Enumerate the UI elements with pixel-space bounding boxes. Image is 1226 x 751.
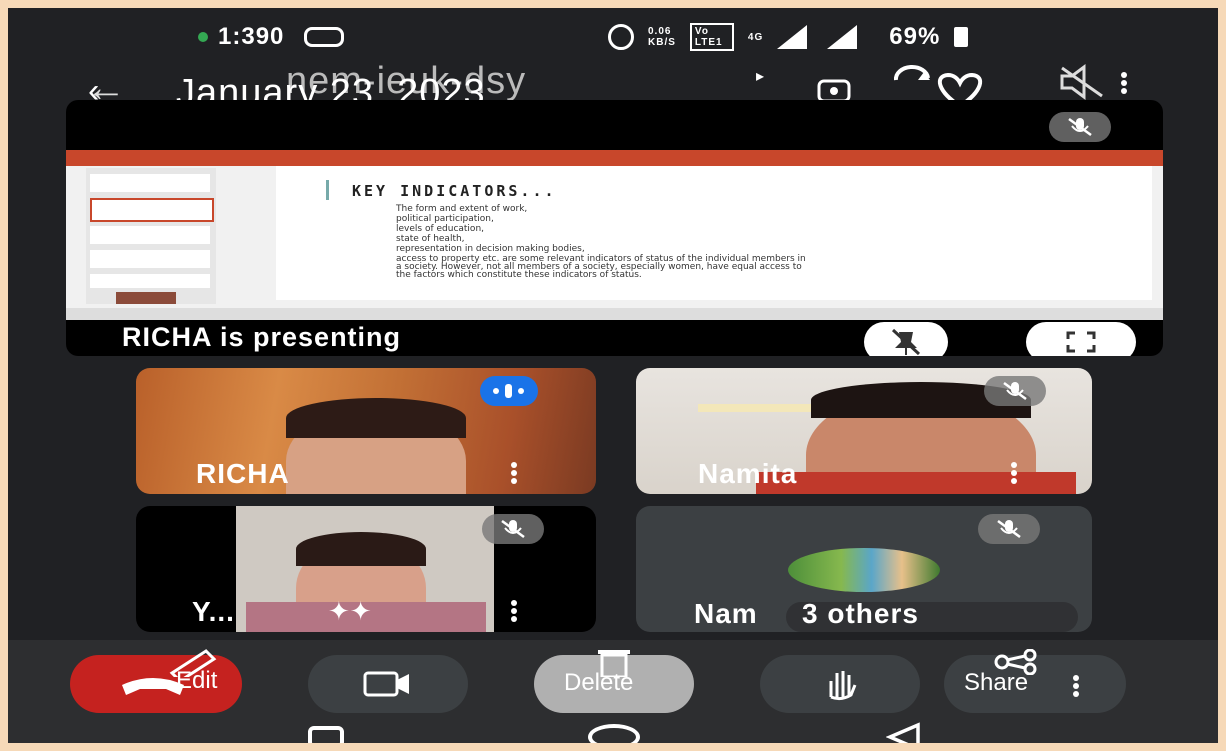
slide-line: levels of education,: [396, 224, 485, 234]
slide-accent-bar: [326, 180, 329, 200]
slide-line: the factors which constitute these indic…: [396, 270, 642, 280]
shared-screen: KEY INDICATORS... The form and extent of…: [66, 150, 1163, 320]
presenting-label: RICHA is presenting: [122, 322, 402, 352]
participant-tile-namita[interactable]: Namita: [636, 368, 1092, 494]
back-button[interactable]: [885, 722, 922, 743]
recents-button[interactable]: [308, 726, 344, 743]
fullscreen-icon: [1066, 331, 1096, 353]
network-speed: 0.06 KB/S: [648, 26, 676, 48]
video-camera-icon: [363, 671, 409, 697]
participant-name: Namita: [698, 458, 798, 489]
tile-options-icon[interactable]: [1010, 462, 1018, 484]
rotate-icon[interactable]: [888, 58, 938, 98]
slide-thumb: [90, 274, 210, 288]
participant-tile-richa[interactable]: RICHA: [136, 368, 596, 494]
tile-options-icon[interactable]: [510, 462, 518, 484]
slide-line: representation in decision making bodies…: [396, 244, 585, 254]
status-right: 0.06 KB/S Vo LTE1 4G 69%: [608, 16, 969, 58]
video-feed-light: [698, 404, 818, 412]
mic-off-icon: [978, 514, 1040, 544]
participant-tile-y[interactable]: Y... ✦✦: [136, 506, 596, 632]
alarm-icon: [608, 24, 634, 50]
video-record-icon: [304, 27, 345, 47]
more-controls-icon[interactable]: [1072, 675, 1080, 697]
raise-hand-button[interactable]: [760, 655, 920, 713]
fullscreen-button[interactable]: [1026, 322, 1136, 356]
slide-thumb: [90, 226, 210, 244]
delete-button[interactable]: Delete: [534, 650, 694, 713]
end-call-button[interactable]: Edit: [70, 649, 242, 713]
participant-name: Nam: [694, 598, 758, 629]
slide-line: The form and extent of work,: [396, 204, 528, 214]
slide-thumbnails: [86, 168, 216, 304]
presentation-mic-off-icon: [1049, 112, 1111, 142]
ppt-statusbar: [66, 308, 1163, 320]
presentation-panel: KEY INDICATORS... The form and extent of…: [66, 100, 1163, 356]
participant-tile-others[interactable]: Nam 3 others: [636, 506, 1092, 632]
video-feed-shirt: [756, 472, 1076, 494]
speaker-muted-icon[interactable]: [1058, 64, 1108, 100]
slide-thumb: [90, 250, 210, 268]
meet-screen: 1:390 0.06 KB/S Vo LTE1 4G 69% ← ‹ nem-i…: [8, 8, 1218, 743]
status-left: 1:390: [198, 16, 345, 58]
slide-line: state of health,: [396, 234, 465, 244]
signal-icon-2: [827, 25, 858, 49]
speaking-indicator-icon: [480, 376, 538, 406]
share-label[interactable]: Share: [964, 669, 1028, 697]
online-dot-icon: [198, 32, 208, 42]
others-count: 3 others: [802, 598, 919, 629]
home-button[interactable]: [588, 724, 640, 743]
presentation-mute-button[interactable]: [864, 322, 948, 356]
slide-line: political participation,: [396, 214, 494, 224]
slide-title: KEY INDICATORS...: [352, 182, 557, 200]
slide-thumb-image: [116, 292, 176, 304]
status-time: 1:390: [218, 23, 285, 50]
ppt-ribbon: [66, 150, 1163, 166]
mic-off-icon: [984, 376, 1046, 406]
battery-percent: 69%: [889, 23, 941, 50]
more-options-icon[interactable]: [1120, 72, 1128, 94]
edit-label[interactable]: Edit: [176, 667, 217, 695]
avatar: [788, 548, 940, 592]
sparkle-effects-icon[interactable]: ✦✦: [328, 596, 372, 627]
expand-caret-icon[interactable]: ▸: [756, 66, 764, 86]
slide-thumb-selected: [90, 198, 214, 222]
mic-off-icon: [482, 514, 544, 544]
volte-badge: Vo LTE1: [689, 23, 734, 51]
share-button[interactable]: Share: [944, 649, 1126, 713]
video-feed-hair: [286, 398, 466, 438]
signal-icon-1: [777, 25, 808, 49]
battery-icon: [954, 27, 969, 47]
back-triangle-icon: [885, 722, 920, 743]
tile-options-icon[interactable]: [510, 600, 518, 622]
video-feed-hair: [296, 532, 426, 566]
slide-thumb: [90, 174, 210, 192]
participant-name: Y...: [192, 596, 235, 627]
hand-icon: [829, 671, 857, 701]
delete-label[interactable]: Delete: [564, 669, 633, 697]
participant-name: RICHA: [196, 458, 290, 489]
camera-toggle-button[interactable]: [308, 655, 468, 713]
signal-type: 4G: [747, 31, 764, 43]
